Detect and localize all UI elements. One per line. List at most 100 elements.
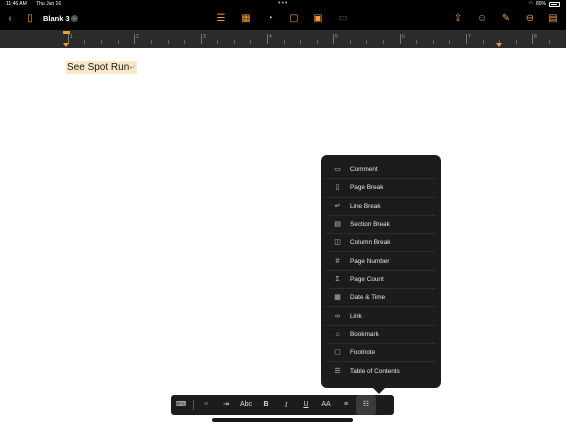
chart-icon[interactable]: ◔ [264, 13, 276, 25]
menu-item-label: Footnote [350, 349, 376, 357]
menu-item-label: Comment [350, 166, 378, 174]
status-time: 11:46 AM [6, 1, 27, 7]
share-icon[interactable]: ⇪ [452, 13, 464, 25]
ruler-tick [151, 40, 152, 44]
ruler-tick [383, 40, 384, 44]
ruler-tick [400, 34, 401, 44]
underline-button[interactable]: U [296, 395, 316, 415]
ruler-tick [201, 34, 202, 44]
more-icon[interactable]: ⊖ [524, 13, 536, 25]
sidebar-icon[interactable]: ▯ [24, 13, 36, 25]
ruler-tick [267, 34, 268, 44]
ruler-number: 4 [269, 34, 272, 40]
paragraph-style-button[interactable]: Abc [236, 395, 256, 415]
right-indent-marker[interactable] [496, 43, 502, 47]
menu-item-label: Bookmark [350, 330, 379, 338]
footnote-icon: ▢ [334, 349, 341, 357]
menu-item-label: Table of Contents [350, 367, 400, 375]
ruler-tick [483, 40, 484, 44]
collaborate-icon[interactable]: ☺ [476, 13, 488, 25]
back-chevron-icon[interactable]: ‹ [4, 13, 16, 25]
left-indent-marker[interactable] [63, 43, 69, 47]
bold-button[interactable]: B [256, 395, 276, 415]
ruler-tick [366, 40, 367, 44]
menu-item-comment[interactable]: ▭ Comment [327, 161, 435, 180]
format-brush-icon[interactable]: ✎ [500, 13, 512, 25]
document-title[interactable]: Blank 3 [43, 14, 70, 23]
menu-item-page-count[interactable]: Σ Page Count [327, 271, 435, 290]
ruler-number: 5 [335, 34, 338, 40]
section-break-icon: ▤ [334, 221, 341, 229]
calendar-icon: ▦ [334, 294, 341, 302]
pages-app-window: 11:46 AM Thu Jun 16 ••• ◠ 80% ‹ ▯ Blank … [0, 0, 566, 424]
divider [193, 400, 194, 410]
status-bar-left: 11:46 AM Thu Jun 16 [6, 1, 69, 7]
comment-add-icon: ▭ [338, 13, 348, 24]
status-date: Thu Jun 16 [36, 1, 62, 7]
insert-button-icon[interactable]: ☷ [356, 395, 376, 415]
indent-decrease-icon: ≡ [203, 401, 209, 408]
status-bar-right: ◠ 80% [529, 1, 560, 7]
ruler-tick [300, 40, 301, 44]
document-setup-icon[interactable]: ▤ [547, 13, 559, 25]
column-break-icon: ◫ [334, 239, 341, 247]
menu-item-page-number[interactable]: # Page Number [327, 252, 435, 271]
ruler[interactable]: 1 2 3 4 5 6 7 8 [0, 30, 566, 48]
ruler-number: 3 [203, 34, 206, 40]
menu-item-label: Line Break [350, 202, 381, 210]
ruler-tick [168, 40, 169, 44]
ruler-tick [84, 40, 85, 44]
menu-item-label: Column Break [350, 239, 391, 247]
ruler-tick [433, 40, 434, 44]
comment-icon: ▭ [334, 166, 341, 174]
menu-item-link[interactable]: ∞ Link [327, 307, 435, 326]
ruler-tick [532, 34, 533, 44]
menu-item-column-break[interactable]: ◫ Column Break [327, 234, 435, 253]
hash-icon: # [335, 257, 340, 265]
ruler-number: 7 [468, 34, 471, 40]
ruler-tick [217, 40, 218, 44]
line-break-icon: ↵ [334, 202, 341, 210]
wifi-icon: ◠ [528, 1, 533, 7]
ruler-tick [234, 40, 235, 44]
menu-item-section-break[interactable]: ▤ Section Break [327, 216, 435, 235]
font-size-button[interactable]: AA [316, 395, 336, 415]
list-icon[interactable]: ☰ [215, 13, 227, 25]
indent-increase-icon[interactable]: ⇥ [216, 395, 236, 415]
ruler-tick [284, 40, 285, 44]
formatting-bar: ⌨ ≡ ⇥ Abc B I U AA ≡ ☷ [171, 395, 394, 415]
menu-item-label: Date & Time [350, 294, 386, 302]
menu-item-label: Section Break [350, 221, 390, 229]
menu-item-bookmark[interactable]: ⌂ Bookmark [327, 326, 435, 344]
title-menu-chevron-icon[interactable]: ⌄ [71, 15, 78, 22]
home-indicator[interactable] [212, 418, 353, 422]
shapes-icon[interactable]: ▢ [288, 13, 300, 25]
italic-button[interactable]: I [276, 395, 296, 415]
menu-item-page-break[interactable]: ▯ Page Break [327, 179, 435, 198]
menu-item-table-of-contents[interactable]: ☰ Table of Contents [327, 362, 435, 380]
menu-item-line-break[interactable]: ↵ Line Break [327, 198, 435, 216]
media-icon[interactable]: ▣ [312, 13, 324, 25]
menu-item-label: Page Number [350, 257, 390, 265]
table-icon[interactable]: ▦ [240, 13, 252, 25]
ruler-tick [101, 40, 102, 44]
ruler-tick [466, 34, 467, 44]
sigma-icon: Σ [335, 275, 340, 283]
ruler-tick [549, 40, 550, 44]
document-body-text[interactable]: See Spot Run↵ [66, 61, 137, 74]
menu-item-label: Page Break [350, 184, 384, 192]
align-left-icon[interactable]: ≡ [336, 395, 356, 415]
ruler-tick [184, 40, 185, 44]
multitasking-dots-icon[interactable]: ••• [278, 0, 288, 7]
paragraph-text[interactable]: See Spot Run [67, 62, 129, 73]
menu-item-footnote[interactable]: ▢ Footnote [327, 344, 435, 363]
ruler-tick [134, 34, 135, 44]
keyboard-icon[interactable]: ⌨ [171, 395, 191, 415]
ruler-tick [118, 40, 119, 44]
first-line-indent-marker[interactable] [63, 31, 70, 34]
top-toolbar: 11:46 AM Thu Jun 16 ••• ◠ 80% ‹ ▯ Blank … [0, 0, 566, 30]
ruler-tick [449, 40, 450, 44]
toc-icon: ☰ [334, 367, 341, 375]
ruler-tick [416, 40, 417, 44]
menu-item-date-time[interactable]: ▦ Date & Time [327, 289, 435, 308]
